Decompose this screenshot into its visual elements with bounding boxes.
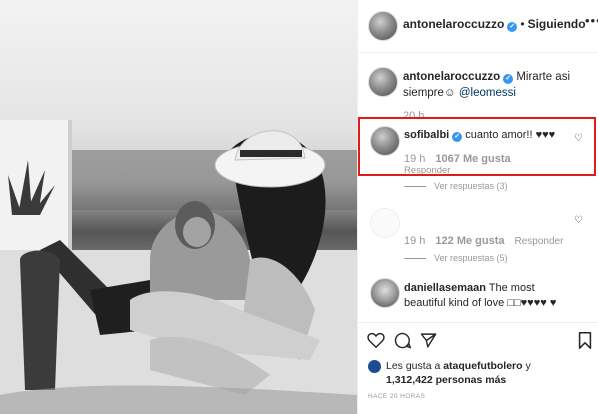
header-author-row: antonelaroccuzzo ✓ • Siguiendo bbox=[403, 17, 586, 32]
comment-likes-link[interactable]: 122 Me gusta bbox=[435, 235, 504, 247]
likes-summary: Les gusta a ataquefutbolero y 1,312,422 … bbox=[386, 360, 531, 386]
verified-badge-icon: ✓ bbox=[507, 22, 518, 32]
photo-illustration bbox=[0, 120, 357, 414]
caption-username[interactable]: antonelaroccuzzo bbox=[403, 71, 500, 83]
reply-button[interactable]: Responder bbox=[515, 236, 564, 247]
separator-dot: • bbox=[520, 17, 525, 31]
author-username[interactable]: antonelaroccuzzo bbox=[403, 17, 504, 31]
comment-3: daniellasemaan The most beautiful kind o… bbox=[404, 281, 564, 311]
post-photo[interactable] bbox=[0, 0, 357, 414]
post-header: antonelaroccuzzo✓•Siguiendo ••• bbox=[358, 0, 598, 53]
comment-icon[interactable] bbox=[394, 332, 411, 349]
comment-avatar[interactable] bbox=[370, 278, 400, 308]
more-options-icon[interactable]: ••• bbox=[585, 13, 598, 28]
smile-emoji-icon: ☺ bbox=[443, 87, 456, 99]
comment-time: 19 h bbox=[404, 235, 426, 247]
comment-username[interactable]: daniellasemaan bbox=[404, 282, 486, 294]
comment-avatar[interactable] bbox=[370, 208, 400, 238]
save-bookmark-icon[interactable] bbox=[578, 332, 592, 349]
liker-username[interactable]: ataquefutbolero bbox=[443, 360, 522, 372]
caption-author-avatar[interactable] bbox=[368, 67, 398, 97]
post-side-panel: antonelaroccuzzo✓•Siguiendo ••• antonela… bbox=[357, 0, 598, 414]
view-replies-button[interactable]: Ver respuestas (3) bbox=[404, 181, 508, 191]
author-avatar[interactable] bbox=[368, 11, 398, 41]
post-actions-bar: Les gusta a ataquefutbolero y 1,312,422 … bbox=[358, 322, 598, 414]
verified-badge-icon: ✓ bbox=[503, 74, 514, 84]
likes-count-link[interactable]: 1,312,422 personas más bbox=[386, 374, 506, 386]
like-heart-icon[interactable] bbox=[367, 332, 385, 348]
caption-mention-link[interactable]: @leomessi bbox=[459, 87, 516, 99]
highlight-box bbox=[358, 117, 596, 176]
share-icon[interactable] bbox=[420, 332, 437, 349]
post-timestamp: HACE 20 HORAS bbox=[368, 393, 426, 400]
comment-2-meta: 19 h 122 Me gusta Responder bbox=[404, 235, 563, 247]
comment-like-heart-icon[interactable]: ♡ bbox=[574, 215, 583, 226]
caption: antonelaroccuzzo ✓ Mirarte asi siempre☺ @… bbox=[403, 69, 588, 101]
liker-avatar[interactable] bbox=[368, 360, 381, 373]
follow-status-button[interactable]: Siguiendo bbox=[528, 17, 586, 31]
view-replies-button[interactable]: Ver respuestas (5) bbox=[404, 253, 508, 263]
